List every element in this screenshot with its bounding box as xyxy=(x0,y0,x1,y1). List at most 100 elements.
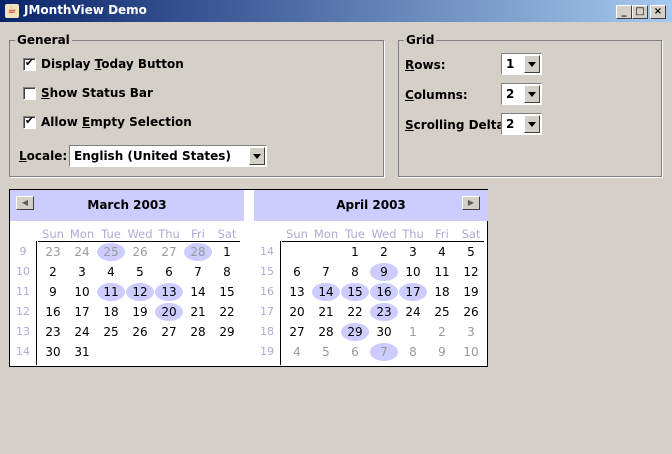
chevron-down-icon[interactable] xyxy=(524,55,540,73)
day-cell[interactable]: 30 xyxy=(39,343,67,361)
rows-combo[interactable]: 1 xyxy=(501,53,542,75)
day-cell[interactable]: 29 xyxy=(213,323,241,341)
day-cell[interactable]: 4 xyxy=(97,263,125,281)
day-cell[interactable]: 27 xyxy=(283,323,311,341)
day-cell[interactable]: 30 xyxy=(370,323,398,341)
day-cell[interactable]: 5 xyxy=(457,243,485,261)
day-cell[interactable]: 26 xyxy=(126,323,154,341)
columns-combo[interactable]: 2 xyxy=(501,83,542,105)
day-cell[interactable]: 27 xyxy=(155,243,183,261)
day-cell-selected[interactable]: 14 xyxy=(312,283,340,301)
day-cell[interactable]: 19 xyxy=(457,283,485,301)
day-cell[interactable]: 16 xyxy=(39,303,67,321)
chevron-down-icon[interactable] xyxy=(249,147,265,165)
day-cell-selected[interactable]: 28 xyxy=(184,243,212,261)
day-cell-selected[interactable]: 7 xyxy=(370,343,398,361)
day-cell[interactable]: 6 xyxy=(283,263,311,281)
day-cell[interactable]: 1 xyxy=(213,243,241,261)
check-mark-icon: ✔ xyxy=(24,55,35,69)
day-cell[interactable]: 1 xyxy=(341,243,369,261)
checkbox-box[interactable]: ✔ xyxy=(23,114,36,129)
day-cell[interactable]: 24 xyxy=(399,303,427,321)
day-cell[interactable]: 3 xyxy=(68,263,96,281)
day-cell[interactable]: 3 xyxy=(399,243,427,261)
day-cell[interactable]: 31 xyxy=(68,343,96,361)
day-cell[interactable]: 10 xyxy=(399,263,427,281)
day-cell-selected[interactable]: 17 xyxy=(399,283,427,301)
day-cell[interactable]: 6 xyxy=(341,343,369,361)
day-cell-selected[interactable]: 12 xyxy=(126,283,154,301)
day-cell[interactable]: 11 xyxy=(428,263,456,281)
day-cell[interactable]: 15 xyxy=(213,283,241,301)
day-cell[interactable]: 24 xyxy=(68,323,96,341)
day-cell[interactable]: 9 xyxy=(428,343,456,361)
day-cell[interactable]: 25 xyxy=(428,303,456,321)
day-cell-selected[interactable]: 25 xyxy=(97,243,125,261)
close-button[interactable]: × xyxy=(650,5,666,19)
day-cell[interactable]: 8 xyxy=(399,343,427,361)
day-cell[interactable]: 14 xyxy=(184,283,212,301)
day-cell-selected[interactable]: 13 xyxy=(155,283,183,301)
day-cell[interactable]: 28 xyxy=(184,323,212,341)
day-cell[interactable]: 17 xyxy=(68,303,96,321)
day-cell[interactable]: 7 xyxy=(312,263,340,281)
day-of-week-header: Mon xyxy=(69,227,95,241)
day-cell[interactable]: 23 xyxy=(39,243,67,261)
day-cell[interactable]: 26 xyxy=(126,243,154,261)
day-cell[interactable]: 8 xyxy=(213,263,241,281)
day-cell[interactable]: 22 xyxy=(213,303,241,321)
day-cell[interactable]: 28 xyxy=(312,323,340,341)
day-cell-selected[interactable]: 16 xyxy=(370,283,398,301)
day-cell[interactable]: 10 xyxy=(68,283,96,301)
scrolling-delta-combo[interactable]: 2 xyxy=(501,113,542,135)
day-cell[interactable]: 5 xyxy=(312,343,340,361)
day-cell[interactable]: 2 xyxy=(428,323,456,341)
day-cell[interactable]: 2 xyxy=(370,243,398,261)
day-cell[interactable]: 13 xyxy=(283,283,311,301)
day-cell[interactable]: 4 xyxy=(428,243,456,261)
day-cell[interactable]: 21 xyxy=(312,303,340,321)
day-cell-selected[interactable]: 11 xyxy=(97,283,125,301)
show-status-bar-checkbox[interactable]: Show Status Bar xyxy=(23,86,153,100)
day-cell-selected[interactable]: 29 xyxy=(341,323,369,341)
chevron-down-icon[interactable] xyxy=(524,115,540,133)
chevron-down-icon[interactable] xyxy=(524,85,540,103)
day-cell[interactable]: 5 xyxy=(126,263,154,281)
day-cell[interactable]: 4 xyxy=(283,343,311,361)
day-cell[interactable]: 24 xyxy=(68,243,96,261)
day-cell[interactable]: 19 xyxy=(126,303,154,321)
day-of-week-header: Thu xyxy=(158,227,180,241)
day-cell-selected[interactable]: 9 xyxy=(370,263,398,281)
day-cell[interactable]: 6 xyxy=(155,263,183,281)
day-cell-selected[interactable]: 15 xyxy=(341,283,369,301)
maximize-button[interactable]: □ xyxy=(632,5,648,19)
day-cell[interactable]: 21 xyxy=(184,303,212,321)
scrolling-delta-value: 2 xyxy=(506,117,515,131)
allow-empty-selection-checkbox[interactable]: ✔ Allow Empty Selection xyxy=(23,114,192,129)
day-cell[interactable]: 22 xyxy=(341,303,369,321)
day-cell[interactable]: 20 xyxy=(283,303,311,321)
display-today-checkbox[interactable]: ✔ Display Today Button xyxy=(23,55,184,71)
day-cell[interactable]: 9 xyxy=(39,283,67,301)
day-cell[interactable]: 2 xyxy=(39,263,67,281)
day-cell[interactable]: 8 xyxy=(341,263,369,281)
day-cell[interactable]: 18 xyxy=(428,283,456,301)
day-cell[interactable]: 23 xyxy=(39,323,67,341)
day-cell[interactable]: 10 xyxy=(457,343,485,361)
locale-combo[interactable]: English (United States) xyxy=(69,145,267,167)
minimize-button[interactable]: _ xyxy=(616,5,632,19)
month-view[interactable]: ◀ March 2003 Sun Mon Tue Wed Thu Fri Sat 9 23 24 2… xyxy=(9,189,488,367)
day-cell[interactable]: 27 xyxy=(155,323,183,341)
checkbox-box[interactable] xyxy=(23,86,36,100)
title-bar[interactable]: ☕ JMonthView Demo _ □ × xyxy=(0,0,672,22)
day-cell[interactable]: 1 xyxy=(399,323,427,341)
checkbox-box[interactable]: ✔ xyxy=(23,55,36,71)
day-cell-selected[interactable]: 20 xyxy=(155,303,183,321)
day-cell[interactable]: 26 xyxy=(457,303,485,321)
day-cell-selected[interactable]: 23 xyxy=(370,303,398,321)
day-cell[interactable]: 18 xyxy=(97,303,125,321)
day-cell[interactable]: 7 xyxy=(184,263,212,281)
day-cell[interactable]: 25 xyxy=(97,323,125,341)
day-cell[interactable]: 12 xyxy=(457,263,485,281)
day-cell[interactable]: 3 xyxy=(457,323,485,341)
